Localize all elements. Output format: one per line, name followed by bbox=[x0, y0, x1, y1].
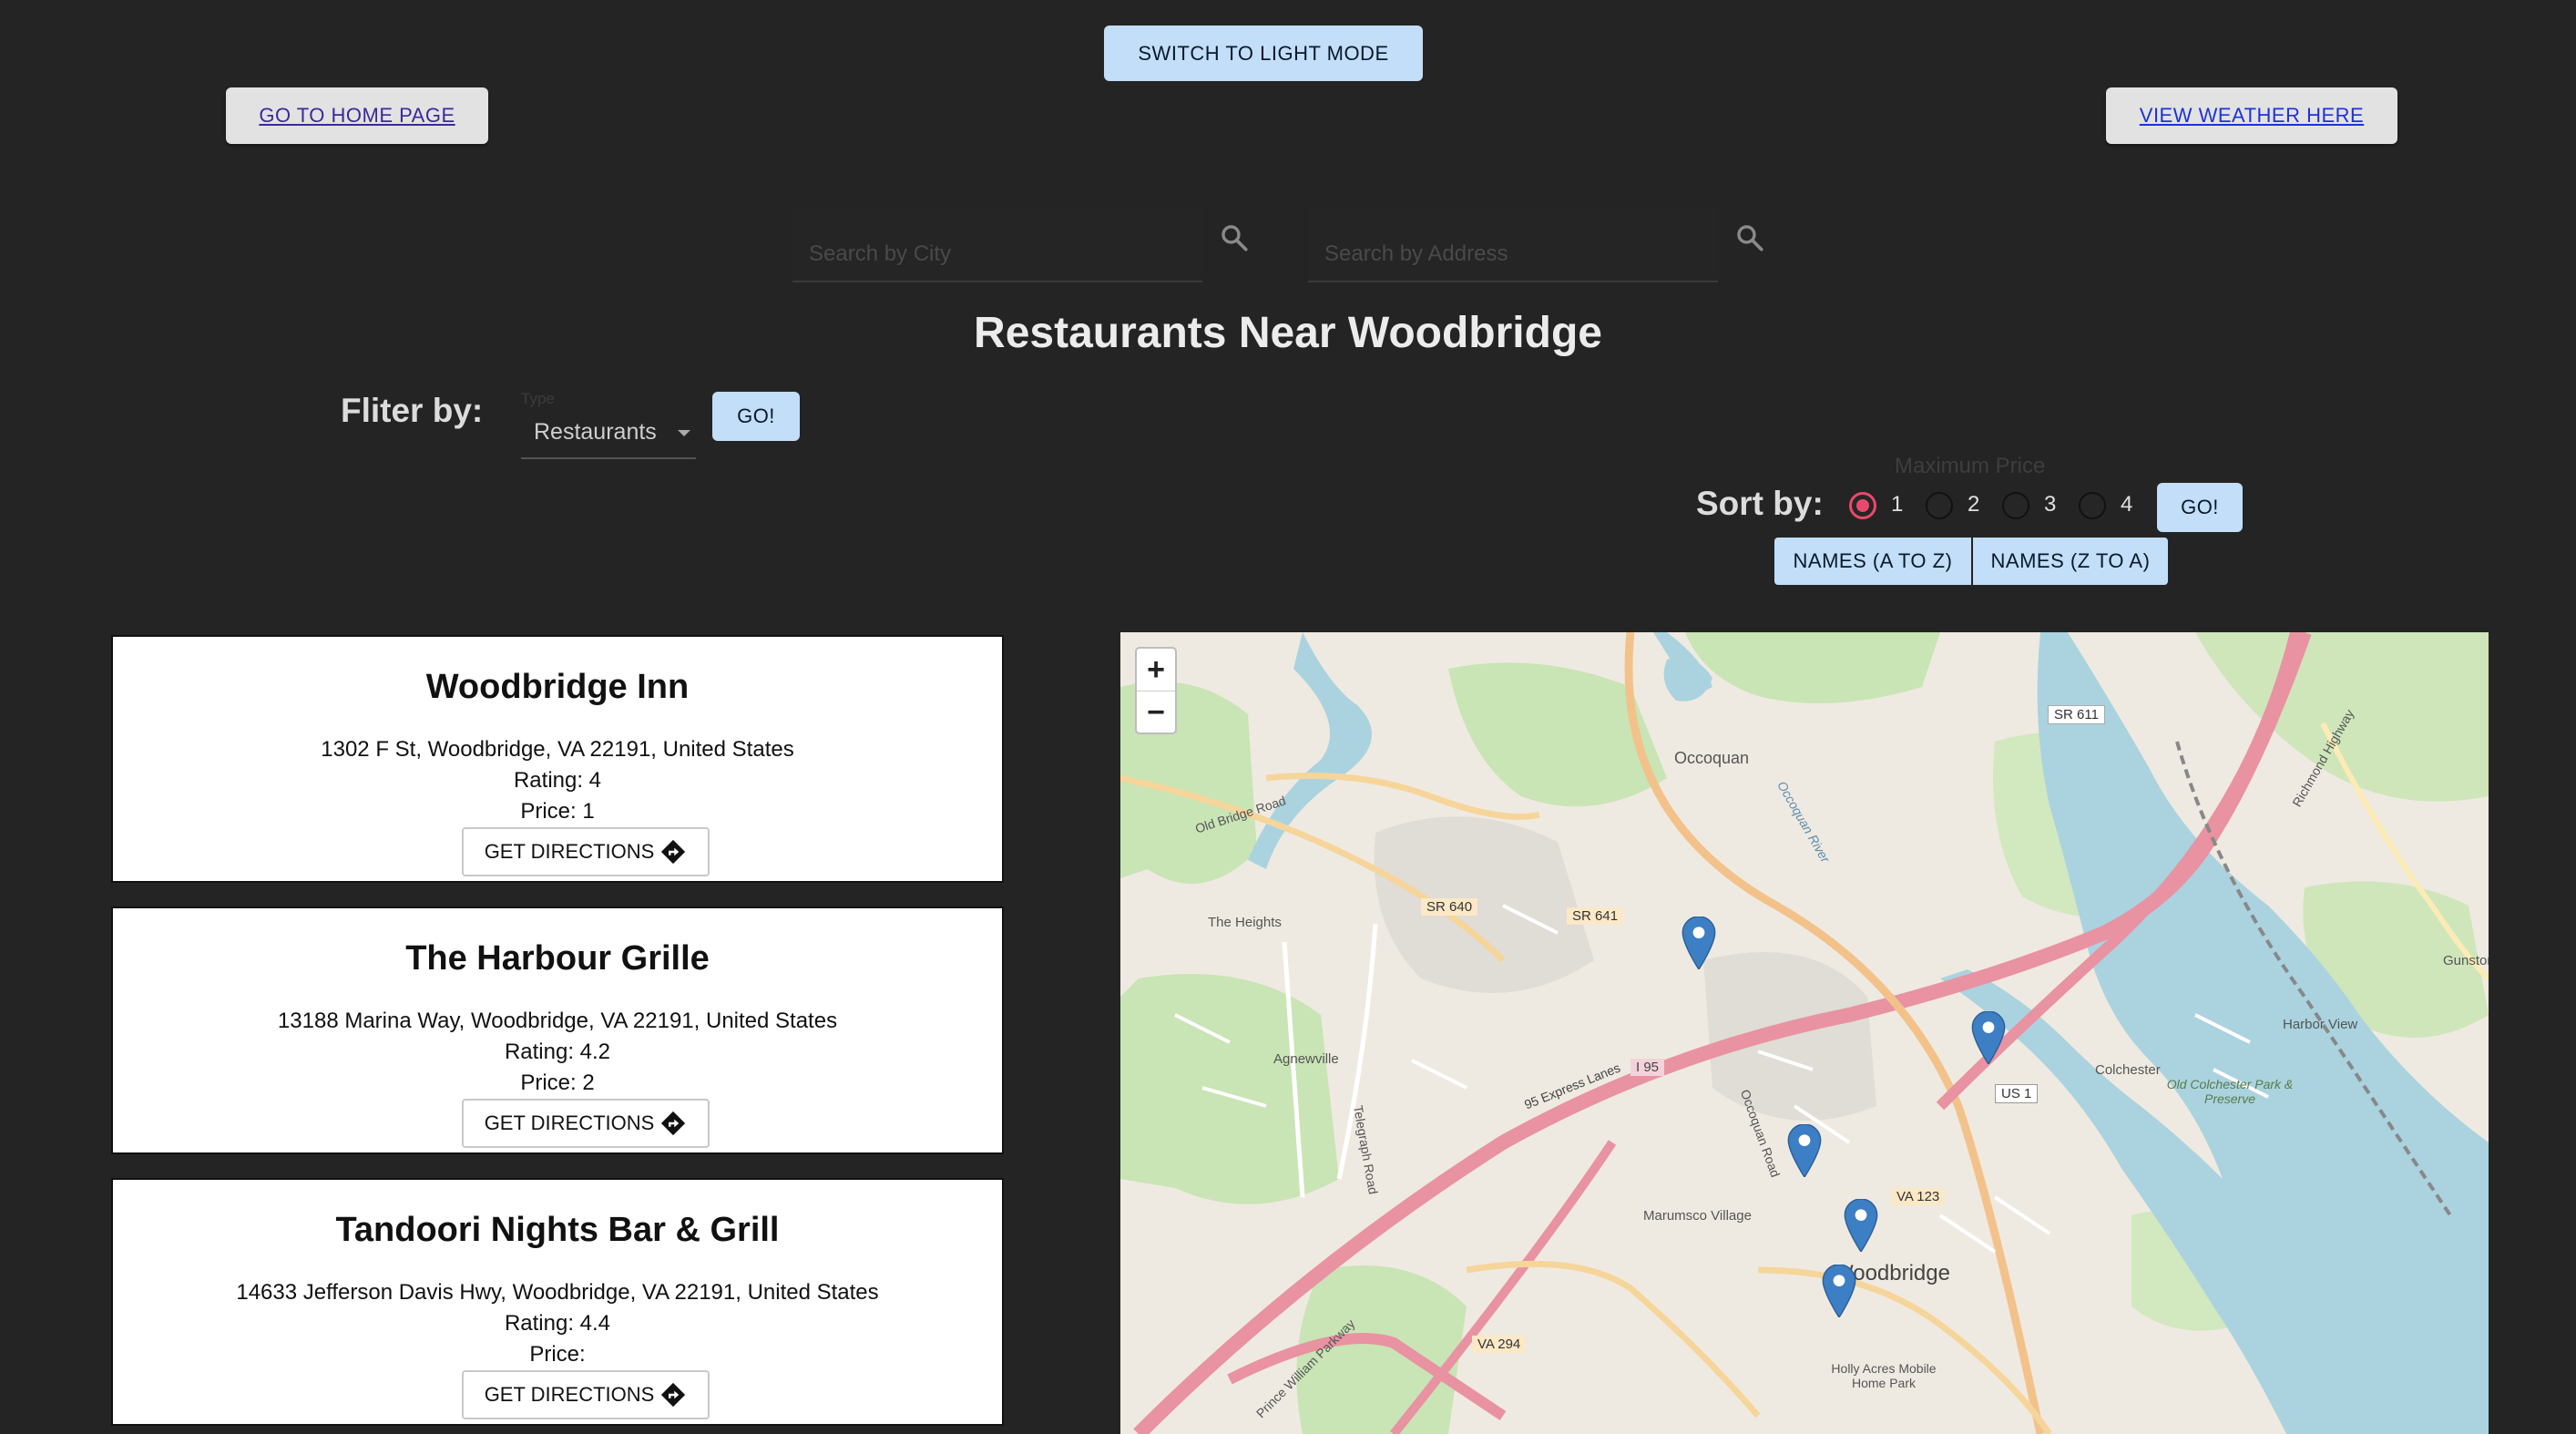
map-label: VA 294 bbox=[1472, 1336, 1527, 1353]
get-directions-button[interactable]: GET DIRECTIONS bbox=[462, 827, 710, 876]
restaurant-rating: Rating: 4 bbox=[513, 768, 602, 793]
get-directions-label: GET DIRECTIONS bbox=[484, 1111, 655, 1134]
map-label: Colchester bbox=[2095, 1062, 2161, 1078]
restaurant-address: 13188 Marina Way, Woodbridge, VA 22191, … bbox=[277, 1009, 838, 1033]
price-radio-4[interactable] bbox=[2079, 492, 2106, 519]
type-select[interactable]: Type Restaurants bbox=[521, 390, 696, 459]
view-weather-button[interactable]: VIEW WEATHER HERE bbox=[2106, 87, 2397, 144]
get-directions-label: GET DIRECTIONS bbox=[484, 1383, 655, 1406]
address-search-input[interactable] bbox=[1308, 206, 1718, 281]
zoom-out-button[interactable]: − bbox=[1137, 691, 1175, 733]
map-label: SR 611 bbox=[2048, 705, 2105, 724]
restaurant-card: The Harbour Grille 13188 Marina Way, Woo… bbox=[111, 906, 1004, 1154]
restaurant-price: Price: bbox=[529, 1342, 586, 1367]
max-price-caption: Maximum Price bbox=[1895, 454, 2046, 478]
sort-names-za-button[interactable]: NAMES (Z TO A) bbox=[1973, 538, 2168, 585]
type-caption: Type bbox=[521, 390, 555, 407]
restaurant-price: Price: 2 bbox=[520, 1070, 595, 1095]
page-title: Restaurants Near Woodbridge bbox=[974, 309, 1602, 357]
search-icon[interactable] bbox=[1734, 222, 1765, 253]
map-label: US 1 bbox=[1995, 1084, 2039, 1103]
map-label: Harbor View bbox=[2283, 1017, 2358, 1032]
restaurant-rating: Rating: 4.2 bbox=[504, 1040, 611, 1064]
map-label: Occoquan bbox=[1674, 749, 1750, 767]
directions-icon bbox=[661, 1111, 686, 1136]
restaurant-name: Tandoori Nights Bar & Grill bbox=[335, 1211, 780, 1249]
price-radio-3[interactable] bbox=[2002, 492, 2029, 519]
map-marker-icon[interactable] bbox=[1971, 1011, 2006, 1064]
get-directions-button[interactable]: GET DIRECTIONS bbox=[462, 1370, 710, 1419]
price-radio-1[interactable] bbox=[1849, 492, 1876, 519]
restaurant-address: 14633 Jefferson Davis Hwy, Woodbridge, V… bbox=[236, 1280, 879, 1305]
sort-go-button[interactable]: GO! bbox=[2157, 483, 2243, 532]
price-radio-2[interactable] bbox=[1926, 492, 1953, 519]
map-marker-icon[interactable] bbox=[1844, 1199, 1878, 1252]
map-label: Gunston bbox=[2443, 953, 2489, 968]
filter-go-button[interactable]: GO! bbox=[712, 392, 800, 441]
map-marker-icon[interactable] bbox=[1682, 917, 1716, 969]
map-label: SR 640 bbox=[1421, 898, 1478, 916]
map-label: VA 123 bbox=[1891, 1188, 1946, 1205]
price-radio-label: 3 bbox=[2044, 492, 2057, 517]
search-icon[interactable] bbox=[1219, 222, 1250, 253]
map-label: Agnewville bbox=[1273, 1051, 1339, 1067]
map-tiles bbox=[1120, 632, 2489, 1434]
price-radio-label: 2 bbox=[1968, 492, 1980, 517]
map-label: The Heights bbox=[1208, 915, 1282, 930]
restaurant-address: 1302 F St, Woodbridge, VA 22191, United … bbox=[321, 737, 794, 762]
get-directions-label: GET DIRECTIONS bbox=[484, 840, 655, 863]
restaurant-card: Woodbridge Inn 1302 F St, Woodbridge, VA… bbox=[111, 635, 1004, 883]
map-marker-icon[interactable] bbox=[1787, 1124, 1822, 1177]
price-radio-label: 1 bbox=[1891, 492, 1904, 517]
type-value: Restaurants bbox=[534, 419, 657, 445]
map-marker-icon[interactable] bbox=[1822, 1265, 1856, 1317]
filter-label: Fliter by: bbox=[341, 392, 484, 429]
map-label: Old Colchester Park & Preserve bbox=[2166, 1077, 2294, 1106]
get-directions-button[interactable]: GET DIRECTIONS bbox=[462, 1099, 710, 1148]
restaurant-price: Price: 1 bbox=[520, 799, 595, 824]
restaurant-name: Woodbridge Inn bbox=[425, 668, 690, 706]
directions-icon bbox=[661, 839, 686, 865]
restaurant-card: Tandoori Nights Bar & Grill 14633 Jeffer… bbox=[111, 1178, 1004, 1426]
map-label: Holly Acres Mobile Home Park bbox=[1831, 1361, 1937, 1390]
switch-mode-button[interactable]: SWITCH TO LIGHT MODE bbox=[1104, 26, 1423, 81]
directions-icon bbox=[661, 1382, 686, 1408]
sort-label: Sort by: bbox=[1696, 485, 1824, 522]
restaurant-name: The Harbour Grille bbox=[405, 939, 710, 978]
zoom-in-button[interactable]: + bbox=[1137, 649, 1175, 691]
city-search-input[interactable] bbox=[792, 206, 1202, 281]
map-label: Marumsco Village bbox=[1643, 1208, 1752, 1224]
map-label: SR 641 bbox=[1567, 907, 1624, 925]
map-label: I 95 bbox=[1630, 1059, 1665, 1076]
dropdown-arrow-icon bbox=[678, 430, 690, 436]
home-page-button[interactable]: GO TO HOME PAGE bbox=[226, 87, 488, 144]
address-search-field bbox=[1308, 206, 1718, 282]
map[interactable]: Occoquan Woodbridge The Heights Agnewvil… bbox=[1120, 632, 2489, 1434]
price-radio-label: 4 bbox=[2121, 492, 2133, 517]
zoom-control: + − bbox=[1135, 647, 1177, 734]
sort-names-az-button[interactable]: NAMES (A TO Z) bbox=[1774, 538, 1971, 585]
city-search-field bbox=[792, 206, 1202, 282]
restaurant-rating: Rating: 4.4 bbox=[504, 1311, 611, 1336]
